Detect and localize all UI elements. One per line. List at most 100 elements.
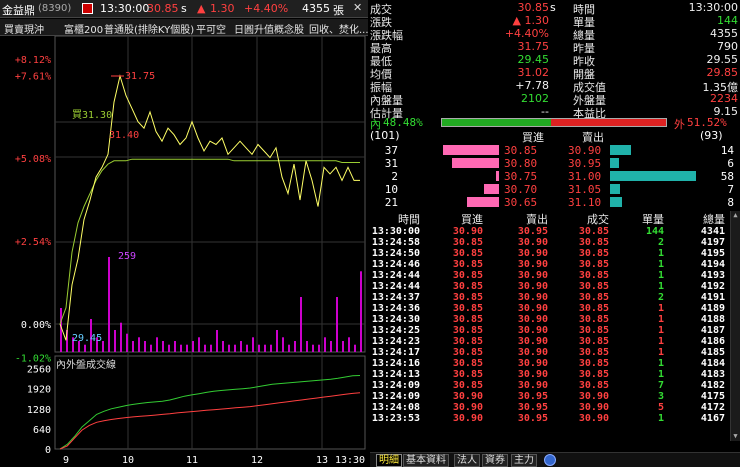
x-tick-label: 13:30 [335, 455, 365, 466]
order-book: (101) 買進 賣出 (93) 37 30.85 30.90 14 31 30.80 30… [370, 129, 740, 209]
tab-item[interactable]: 基本資料 [403, 454, 449, 467]
quote-row: 最低 29.45 昨收 29.55 [370, 53, 740, 68]
tick-cell: 30.95 [517, 402, 548, 413]
quote-value: 29.85 [706, 66, 739, 79]
tab-item[interactable]: 主力 [511, 454, 537, 467]
tag-item[interactable]: 平可空 [196, 21, 226, 36]
tick-cell: 30.90 [452, 402, 483, 413]
quote-value: 29.55 [706, 53, 739, 66]
intraday-chart[interactable]: +8.12% +7.61% +5.08% +2.54% 0.00% -1.02% 31.7… [0, 36, 368, 467]
ask-price[interactable]: 30.95 [568, 157, 601, 170]
tick-row[interactable]: 13:24:50 30.85 30.90 30.85 1 4195 [370, 248, 740, 259]
tick-row[interactable]: 13:24:25 30.85 30.90 30.85 1 4187 [370, 325, 740, 336]
tick-table[interactable]: 時間 買進 賣出 成交 單量 總量 13:30:00 30.90 30.95 30.85 144 4… [370, 211, 740, 441]
settings-icon[interactable] [544, 454, 556, 466]
tag-item[interactable]: 買賣現沖 [4, 21, 44, 36]
tick-row[interactable]: 13:24:44 30.85 30.90 30.85 1 4193 [370, 270, 740, 281]
tick-cell: 13:24:44 [371, 270, 420, 281]
tick-cell: 30.85 [452, 314, 483, 325]
lower-y-tick-label: 1920 [27, 385, 51, 396]
bid-price[interactable]: 30.80 [504, 157, 537, 170]
tick-cell: 30.85 [452, 358, 483, 369]
tab-item[interactable]: 法人 [454, 454, 480, 467]
stock-name[interactable]: 金益鼎 [2, 2, 35, 18]
tick-row[interactable]: 13:24:46 30.85 30.90 30.85 1 4194 [370, 259, 740, 270]
tick-cell: 13:24:13 [371, 369, 420, 380]
tick-row[interactable]: 13:24:09 30.90 30.95 30.90 3 4175 [370, 391, 740, 402]
tick-cell: 30.85 [578, 226, 609, 237]
bid-price[interactable]: 30.85 [504, 144, 537, 157]
tick-cell: 30.85 [578, 248, 609, 259]
quote-row: 漲跌幅 +4.40% 總量 4355 [370, 27, 740, 42]
bid-annotation: 買31.30 [72, 109, 112, 121]
volume-bar [120, 322, 122, 352]
volume-bar [84, 344, 86, 352]
volume-bar [234, 344, 236, 352]
tick-row[interactable]: 13:24:16 30.85 30.90 30.85 1 4184 [370, 358, 740, 369]
tag-item[interactable]: 普通股(排除KY個股) [104, 21, 194, 36]
tick-cell: 30.90 [578, 413, 609, 424]
ask-price[interactable]: 30.90 [568, 144, 601, 157]
header-volume-unit: 張 [333, 4, 344, 17]
tick-cell: 30.85 [452, 237, 483, 248]
scroll-down-icon[interactable]: ▼ [731, 432, 740, 441]
ask-price[interactable]: 31.00 [568, 170, 601, 183]
calendar-icon[interactable] [82, 3, 93, 14]
tick-header[interactable]: 買進 [461, 211, 483, 227]
tick-header[interactable]: 單量 [642, 211, 664, 227]
tick-header[interactable]: 成交 [587, 211, 609, 227]
y-tick-label: -1.02% [15, 353, 51, 364]
bid-price[interactable]: 30.65 [504, 196, 537, 209]
scroll-up-icon[interactable]: ▲ [731, 211, 740, 220]
tick-row[interactable]: 13:30:00 30.90 30.95 30.85 144 4341 [370, 226, 740, 237]
tick-row[interactable]: 13:24:36 30.85 30.90 30.85 1 4189 [370, 303, 740, 314]
tick-cell: 30.90 [517, 314, 548, 325]
tab-item[interactable]: 資券 [482, 454, 508, 467]
y-tick-label: +5.08% [15, 154, 51, 165]
tick-row[interactable]: 13:23:53 30.90 30.95 30.90 1 4167 [370, 413, 740, 424]
quote-value: 31.75 [517, 40, 550, 53]
quote-value-suffix: s [550, 1, 556, 14]
tag-item[interactable]: 日圓升值概念股 [234, 21, 304, 36]
ask-price[interactable]: 31.05 [568, 183, 601, 196]
tick-row[interactable]: 13:24:30 30.85 30.90 30.85 1 4188 [370, 314, 740, 325]
tick-row[interactable]: 13:24:09 30.85 30.90 30.85 7 4182 [370, 380, 740, 391]
tick-header[interactable]: 賣出 [526, 211, 548, 227]
tick-row[interactable]: 13:24:44 30.85 30.90 30.85 1 4192 [370, 281, 740, 292]
quote-value: +4.40% [504, 27, 549, 40]
tick-header[interactable]: 總量 [703, 211, 725, 227]
ask-price[interactable]: 31.10 [568, 196, 601, 209]
tick-row[interactable]: 13:24:13 30.85 30.90 30.85 1 4183 [370, 369, 740, 380]
tick-cell: 30.90 [517, 292, 548, 303]
tick-row[interactable]: 13:24:58 30.85 30.90 30.85 2 4197 [370, 237, 740, 248]
bid-price[interactable]: 30.70 [504, 183, 537, 196]
volume-bar [258, 344, 260, 352]
tick-cell: 30.85 [578, 259, 609, 270]
tick-scrollbar[interactable]: ▲ ▼ [730, 211, 740, 441]
ask-bar [610, 184, 620, 194]
quote-row: 均價 31.02 開盤 29.85 [370, 66, 740, 81]
quote-panel: 成交 30.85 s 時間 13:30:00 漲跌 ▲ 1.30 單量 144 漲跌幅 +4.40%… [370, 0, 740, 120]
quote-value: 29.45 [517, 53, 550, 66]
tag-item[interactable]: 富櫃200 [64, 21, 103, 36]
tick-row[interactable]: 13:24:08 30.90 30.95 30.90 5 4172 [370, 402, 740, 413]
close-icon[interactable]: ✕ [353, 1, 362, 14]
order-book-row: 31 30.80 30.95 6 [370, 157, 740, 170]
tick-cell: 13:24:44 [371, 281, 420, 292]
tick-cell: 30.85 [578, 347, 609, 358]
tag-item[interactable]: 回收、焚化... [309, 21, 369, 36]
tick-row[interactable]: 13:24:37 30.85 30.90 30.85 2 4191 [370, 292, 740, 303]
tab-item[interactable]: 明細 [376, 454, 402, 467]
tick-cell: 4194 [700, 259, 725, 270]
tick-cell: 1 [657, 281, 664, 292]
tick-row[interactable]: 13:24:23 30.85 30.90 30.85 1 4186 [370, 336, 740, 347]
bid-bar [452, 158, 499, 168]
quote-value: +7.78 [515, 79, 549, 92]
tick-header[interactable]: 時間 [398, 211, 420, 227]
inner-volume-line [59, 375, 361, 450]
bid-price[interactable]: 30.75 [504, 170, 537, 183]
tick-cell: 30.85 [452, 347, 483, 358]
tick-row[interactable]: 13:24:17 30.85 30.90 30.85 1 4185 [370, 347, 740, 358]
tick-cell: 30.85 [578, 358, 609, 369]
tick-cell: 13:24:46 [371, 259, 420, 270]
